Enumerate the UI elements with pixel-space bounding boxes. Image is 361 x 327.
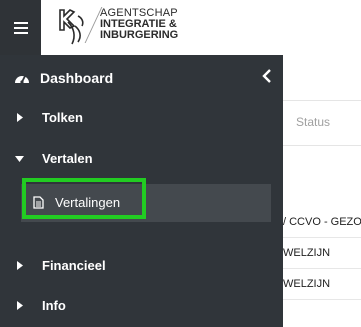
caret-right-icon	[17, 113, 23, 122]
menu-toggle-button[interactable]	[0, 0, 41, 55]
table-row[interactable]: WELZIJN	[283, 269, 361, 300]
status-column-header[interactable]: Status	[296, 115, 330, 129]
top-bar: AGENTSCHAP INTEGRATIE & INBURGERING	[0, 0, 361, 55]
sidebar-item-label: Info	[42, 298, 66, 313]
table-cell: WELZIJN	[283, 247, 331, 259]
table-header: Status	[283, 100, 361, 146]
annotation-highlight-box	[22, 178, 146, 219]
table-cell: / CCVO - GEZO	[283, 216, 361, 228]
table-row[interactable]: WELZIJN	[283, 238, 361, 269]
logo-line-3: INBURGERING	[100, 29, 179, 41]
dashboard-gauge-icon	[15, 75, 29, 84]
caret-down-icon	[15, 156, 24, 162]
sidebar-item-info[interactable]: Info	[0, 286, 283, 326]
sidebar-item-label: Financieel	[42, 258, 106, 273]
dashboard-label: Dashboard	[40, 70, 114, 86]
table-cell: WELZIJN	[283, 278, 331, 290]
sidebar: Dashboard Tolken Vertalen Vertalingen Fi…	[0, 55, 283, 327]
agency-logo-icon	[59, 9, 84, 45]
table-row[interactable]: / CCVO - GEZO	[283, 207, 361, 238]
sidebar-item-label: Tolken	[42, 110, 83, 125]
sidebar-item-dashboard[interactable]: Dashboard	[0, 55, 283, 100]
collapse-sidebar-chevron-icon[interactable]	[262, 69, 272, 83]
caret-right-icon	[17, 261, 23, 270]
sidebar-item-financieel[interactable]: Financieel	[0, 246, 283, 286]
sidebar-item-vertalen[interactable]: Vertalen	[0, 139, 283, 179]
sidebar-item-tolken[interactable]: Tolken	[0, 98, 283, 138]
agency-logo-text: AGENTSCHAP INTEGRATIE & INBURGERING	[100, 8, 178, 41]
caret-right-icon	[17, 301, 23, 310]
sidebar-item-label: Vertalen	[42, 151, 93, 166]
hamburger-icon	[13, 21, 28, 34]
main-content: Status / CCVO - GEZO WELZIJN WELZIJN	[283, 55, 361, 327]
